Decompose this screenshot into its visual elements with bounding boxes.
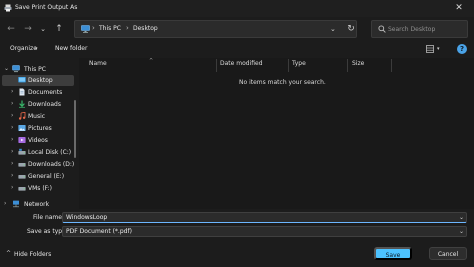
sidebar-item-label: This PC — [24, 66, 46, 73]
address-bar[interactable]: › This PC › Desktop ⌄ — [74, 20, 357, 38]
sidebar-item-videos[interactable]: › Videos — [2, 135, 74, 146]
sidebar-item-label: Music — [28, 113, 46, 120]
column-header-name[interactable]: Name — [89, 60, 107, 72]
forward-button[interactable]: → — [21, 21, 35, 37]
breadcrumb-separator: › — [92, 24, 95, 32]
expand-chevron-icon[interactable]: ⌄ — [4, 65, 9, 72]
cancel-button[interactable]: Cancel — [429, 247, 467, 260]
command-bar: Organize ▾ New folder ▾ ? — [0, 41, 474, 58]
new-folder-button[interactable]: New folder — [55, 45, 87, 52]
sort-ascending-icon: ^ — [149, 58, 154, 64]
save-form: File name: ⌄ Save as type: PDF Document … — [0, 209, 474, 267]
column-divider[interactable] — [288, 59, 289, 72]
downloads-folder-icon — [19, 100, 25, 108]
expand-chevron-icon[interactable]: › — [11, 160, 13, 167]
expand-chevron-icon[interactable]: › — [11, 88, 13, 95]
navigation-bar: ← → ⌄ ↑ › This PC › Desktop ⌄ ↻ — [0, 17, 474, 41]
sidebar-item-documents[interactable]: › Documents — [2, 87, 74, 98]
sidebar-item-general-e[interactable]: › General (E:) — [2, 171, 74, 182]
sidebar-item-downloads[interactable]: › Downloads — [2, 99, 74, 110]
sidebar-item-label: Downloads (D:) — [28, 161, 75, 168]
address-history-dropdown[interactable]: ⌄ — [330, 25, 336, 33]
breadcrumb-this-pc[interactable]: This PC — [99, 25, 121, 32]
this-pc-icon — [81, 25, 90, 33]
search-icon — [378, 25, 386, 33]
drive-icon — [18, 175, 26, 179]
column-divider[interactable] — [347, 59, 348, 72]
desktop-folder-icon — [18, 77, 26, 83]
column-header-type[interactable]: Type — [292, 60, 306, 72]
navigation-pane: ⌄ This PC Desktop › Documents › Download… — [0, 58, 77, 209]
pc-icon — [12, 65, 20, 73]
save-as-type-dropdown-icon[interactable]: ⌄ — [459, 228, 464, 235]
search-input[interactable] — [388, 23, 464, 35]
drive-icon — [18, 148, 26, 155]
sidebar-item-label: Pictures — [28, 125, 52, 132]
expand-chevron-icon[interactable]: › — [11, 184, 13, 191]
expand-chevron-icon[interactable]: › — [11, 124, 13, 131]
sidebar-item-pictures[interactable]: › Pictures — [2, 123, 74, 134]
back-button[interactable]: ← — [4, 21, 18, 37]
videos-folder-icon — [18, 137, 26, 143]
breadcrumb-desktop[interactable]: Desktop — [133, 25, 158, 32]
sidebar-item-label: Local Disk (C:) — [28, 149, 72, 156]
title-bar: Save Print Output As ✕ — [0, 0, 474, 17]
sidebar-item-this-pc[interactable]: ⌄ This PC — [2, 64, 74, 75]
navigation-pane-scrollbar[interactable] — [74, 100, 76, 158]
sidebar-item-music[interactable]: › Music — [2, 111, 74, 122]
sidebar-item-label: Downloads — [28, 101, 61, 108]
file-name-dropdown-icon[interactable]: ⌄ — [459, 214, 464, 221]
sidebar-item-desktop[interactable]: Desktop — [2, 75, 74, 86]
column-header-size[interactable]: Size — [352, 60, 364, 72]
sidebar-item-label: Documents — [28, 89, 63, 96]
expand-chevron-icon[interactable]: › — [11, 136, 13, 143]
sidebar-item-label: VMs (F:) — [28, 185, 53, 192]
expand-chevron-icon[interactable]: › — [4, 200, 6, 207]
hide-folders-chevron-icon[interactable]: ^ — [6, 250, 11, 257]
sidebar-item-downloads-d[interactable]: › Downloads (D:) — [2, 159, 74, 170]
expand-chevron-icon[interactable]: › — [11, 148, 13, 155]
view-options-icon[interactable] — [426, 45, 434, 53]
column-header-date-modified[interactable]: Date modified — [220, 60, 263, 72]
close-button[interactable]: ✕ — [452, 3, 466, 14]
music-folder-icon — [18, 112, 26, 120]
file-list: Name ^ Date modified Type Size No items … — [79, 58, 474, 209]
save-print-output-dialog: Save Print Output As ✕ ← → ⌄ ↑ › This PC… — [0, 0, 474, 267]
empty-results-message: No items match your search. — [239, 79, 326, 86]
sidebar-item-label: Videos — [28, 137, 48, 144]
sidebar-item-local-disk-c[interactable]: › Local Disk (C:) — [2, 147, 74, 158]
save-as-type-value: PDF Document (*.pdf) — [66, 228, 132, 235]
organize-button[interactable]: Organize — [10, 45, 37, 52]
window-title: Save Print Output As — [15, 4, 78, 11]
up-button[interactable]: ↑ — [52, 21, 66, 37]
file-name-combobox[interactable]: ⌄ — [62, 212, 467, 223]
search-box[interactable] — [371, 20, 468, 38]
sidebar-item-label: Network — [24, 201, 50, 208]
help-button[interactable]: ? — [457, 44, 467, 54]
column-divider[interactable] — [216, 59, 217, 72]
printer-app-icon — [4, 4, 12, 12]
pictures-folder-icon — [18, 125, 26, 131]
recent-locations-button[interactable]: ⌄ — [36, 21, 50, 37]
organize-dropdown-icon: ▾ — [35, 46, 38, 52]
sidebar-item-vms-f[interactable]: › VMs (F:) — [2, 183, 74, 194]
column-divider[interactable] — [391, 59, 392, 72]
expand-chevron-icon[interactable]: › — [11, 172, 13, 179]
file-name-input[interactable] — [66, 214, 446, 222]
refresh-button[interactable]: ↻ — [344, 21, 358, 37]
expand-chevron-icon[interactable]: › — [11, 100, 13, 107]
drive-icon — [18, 187, 26, 191]
sidebar-item-label: Desktop — [28, 77, 53, 84]
hide-folders-button[interactable]: Hide Folders — [14, 251, 51, 258]
expand-chevron-icon[interactable]: › — [11, 112, 13, 119]
network-icon — [13, 200, 19, 208]
breadcrumb-separator: › — [126, 24, 129, 32]
drive-icon — [18, 163, 26, 167]
save-as-type-select[interactable]: PDF Document (*.pdf) ⌄ — [62, 226, 467, 237]
save-button[interactable]: Save — [374, 247, 412, 260]
sidebar-item-label: General (E:) — [28, 173, 65, 180]
documents-folder-icon — [19, 88, 25, 96]
file-name-label: File name: — [33, 214, 64, 221]
view-dropdown-icon[interactable]: ▾ — [437, 46, 440, 52]
